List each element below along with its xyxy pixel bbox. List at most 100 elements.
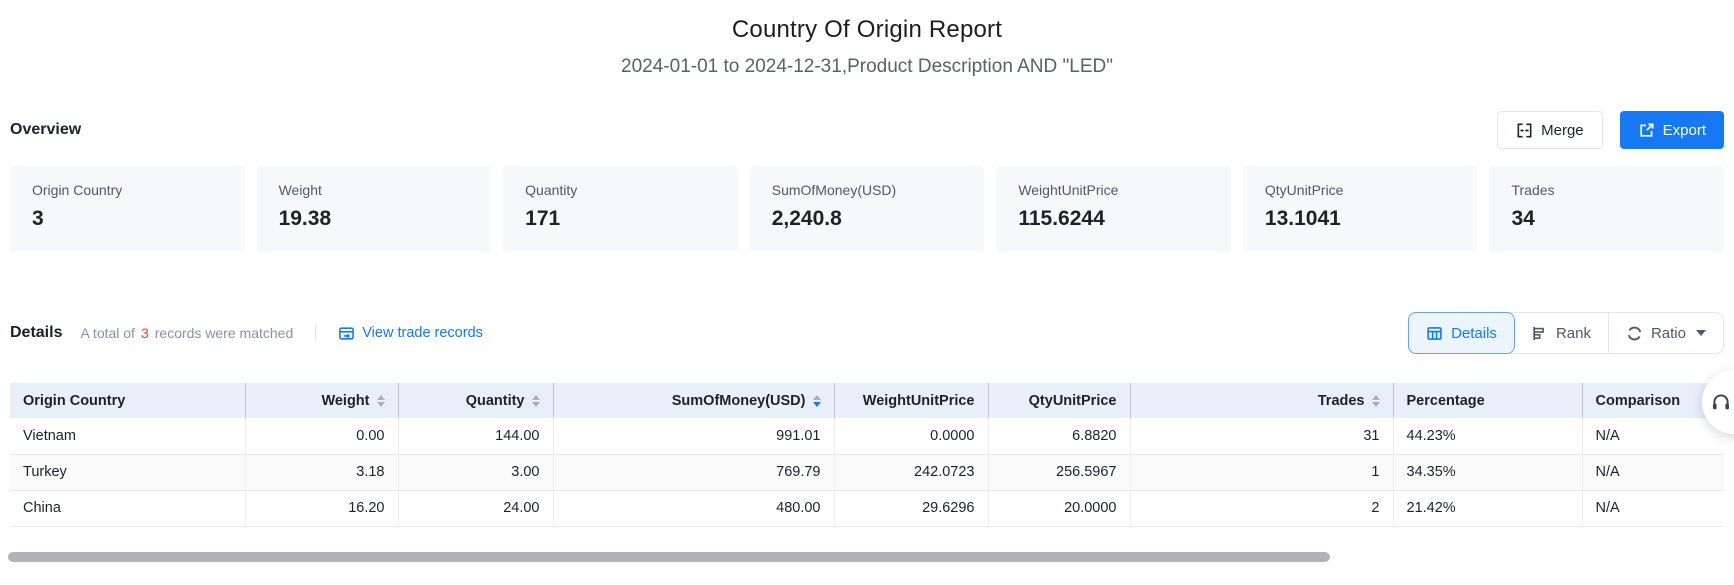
card-qty-unit-price: QtyUnitPrice 13.1041: [1243, 166, 1478, 252]
export-button[interactable]: Export: [1620, 111, 1724, 149]
column-label: Weight: [321, 393, 369, 409]
divider: [315, 325, 316, 341]
card-value: 3: [32, 207, 245, 231]
scrollbar-thumb[interactable]: [8, 552, 1330, 562]
table-row: China 16.20 24.00 480.00 29.6296 20.0000…: [10, 490, 1724, 526]
cell-comparison: N/A: [1582, 454, 1724, 490]
overview-cards: Origin Country 3 Weight 19.38 Quantity 1…: [10, 166, 1724, 252]
card-weight-unit-price: WeightUnitPrice 115.6244: [996, 166, 1231, 252]
tab-ratio-label: Ratio: [1651, 325, 1686, 342]
report-subtitle: 2024-01-01 to 2024-12-31,Product Descrip…: [10, 56, 1724, 78]
horizontal-scrollbar: [8, 552, 1726, 562]
ratio-circle-icon: [1626, 325, 1643, 342]
cell-weight: 3.18: [245, 454, 398, 490]
headset-icon: [1710, 391, 1732, 413]
card-sum-of-money: SumOfMoney(USD) 2,240.8: [750, 166, 985, 252]
cell-weight-unit-price: 29.6296: [834, 490, 988, 526]
cell-trades: 2: [1130, 490, 1393, 526]
cell-qty-unit-price: 256.5967: [988, 454, 1130, 490]
col-sum-of-money[interactable]: SumOfMoney(USD): [553, 383, 834, 418]
cell-trades: 31: [1130, 418, 1393, 454]
export-icon: [1638, 122, 1655, 139]
summary-suffix: records were matched: [155, 325, 294, 341]
summary-count: 3: [141, 325, 149, 341]
details-left: Details A total of 3 records were matche…: [10, 324, 483, 342]
overview-bar: Overview Merge Export: [10, 110, 1724, 150]
col-weight[interactable]: Weight: [245, 383, 398, 418]
card-label: Origin Country: [32, 182, 245, 198]
card-value: 19.38: [279, 207, 492, 231]
card-value: 171: [525, 207, 738, 231]
report-page: Country Of Origin Report 2024-01-01 to 2…: [0, 16, 1734, 585]
cell-qty-unit-price: 6.8820: [988, 418, 1130, 454]
card-label: WeightUnitPrice: [1018, 182, 1231, 198]
trade-records-icon: [338, 325, 355, 342]
cell-trades: 1: [1130, 454, 1393, 490]
cell-quantity: 24.00: [398, 490, 553, 526]
sort-icon[interactable]: [1372, 395, 1380, 407]
cell-quantity: 3.00: [398, 454, 553, 490]
cell-percentage: 21.42%: [1393, 490, 1582, 526]
column-label: Origin Country: [23, 393, 125, 409]
details-heading: Details: [10, 324, 62, 342]
tab-rank[interactable]: Rank: [1514, 313, 1609, 353]
table-row: Turkey 3.18 3.00 769.79 242.0723 256.596…: [10, 454, 1724, 490]
overview-heading: Overview: [10, 121, 81, 139]
card-label: Trades: [1511, 182, 1724, 198]
col-weight-unit-price: WeightUnitPrice: [834, 383, 988, 418]
merge-button[interactable]: Merge: [1497, 111, 1603, 149]
tab-details[interactable]: Details: [1408, 312, 1515, 354]
view-trade-records-label: View trade records: [362, 325, 483, 341]
cell-weight: 16.20: [245, 490, 398, 526]
cell-sum-of-money: 769.79: [553, 454, 834, 490]
card-label: QtyUnitPrice: [1265, 182, 1478, 198]
column-label: Trades: [1318, 393, 1365, 409]
col-trades[interactable]: Trades: [1130, 383, 1393, 418]
card-value: 34: [1511, 207, 1724, 231]
sort-icon-active-desc[interactable]: [813, 395, 821, 407]
column-label: Percentage: [1407, 393, 1485, 409]
merge-icon: [1516, 122, 1533, 139]
overview-actions: Merge Export: [1497, 111, 1724, 149]
card-origin-country: Origin Country 3: [10, 166, 245, 252]
column-label: QtyUnitPrice: [1029, 393, 1117, 409]
table-grid-icon: [1426, 325, 1443, 342]
tab-rank-label: Rank: [1556, 325, 1591, 342]
col-qty-unit-price: QtyUnitPrice: [988, 383, 1130, 418]
card-value: 115.6244: [1018, 207, 1231, 231]
chevron-down-icon: [1696, 330, 1706, 336]
cell-weight-unit-price: 0.0000: [834, 418, 988, 454]
column-label: SumOfMoney(USD): [672, 393, 806, 409]
details-bar: Details A total of 3 records were matche…: [10, 312, 1724, 354]
rank-bars-icon: [1531, 325, 1548, 342]
card-label: Quantity: [525, 182, 738, 198]
tab-ratio[interactable]: Ratio: [1609, 313, 1723, 353]
card-label: Weight: [279, 182, 492, 198]
cell-sum-of-money: 480.00: [553, 490, 834, 526]
cell-comparison: N/A: [1582, 490, 1724, 526]
cell-quantity: 144.00: [398, 418, 553, 454]
tab-details-label: Details: [1451, 325, 1497, 342]
details-table: Origin Country Weight Quantity SumOfMone…: [10, 383, 1724, 527]
merge-button-label: Merge: [1541, 122, 1584, 139]
match-summary: A total of 3 records were matched: [80, 325, 293, 341]
col-quantity[interactable]: Quantity: [398, 383, 553, 418]
sort-icon[interactable]: [377, 395, 385, 407]
card-value: 13.1041: [1265, 207, 1478, 231]
card-label: SumOfMoney(USD): [772, 182, 985, 198]
card-value: 2,240.8: [772, 207, 985, 231]
card-trades: Trades 34: [1489, 166, 1724, 252]
col-percentage: Percentage: [1393, 383, 1582, 418]
cell-percentage: 34.35%: [1393, 454, 1582, 490]
card-quantity: Quantity 171: [503, 166, 738, 252]
col-origin-country: Origin Country: [10, 383, 245, 418]
column-label: Comparison: [1596, 393, 1681, 409]
view-trade-records-link[interactable]: View trade records: [338, 325, 483, 342]
cell-origin-country: Vietnam: [10, 418, 245, 454]
cell-percentage: 44.23%: [1393, 418, 1582, 454]
sort-icon[interactable]: [532, 395, 540, 407]
export-button-label: Export: [1663, 122, 1706, 139]
page-title: Country Of Origin Report: [10, 16, 1724, 44]
cell-origin-country: Turkey: [10, 454, 245, 490]
cell-weight: 0.00: [245, 418, 398, 454]
